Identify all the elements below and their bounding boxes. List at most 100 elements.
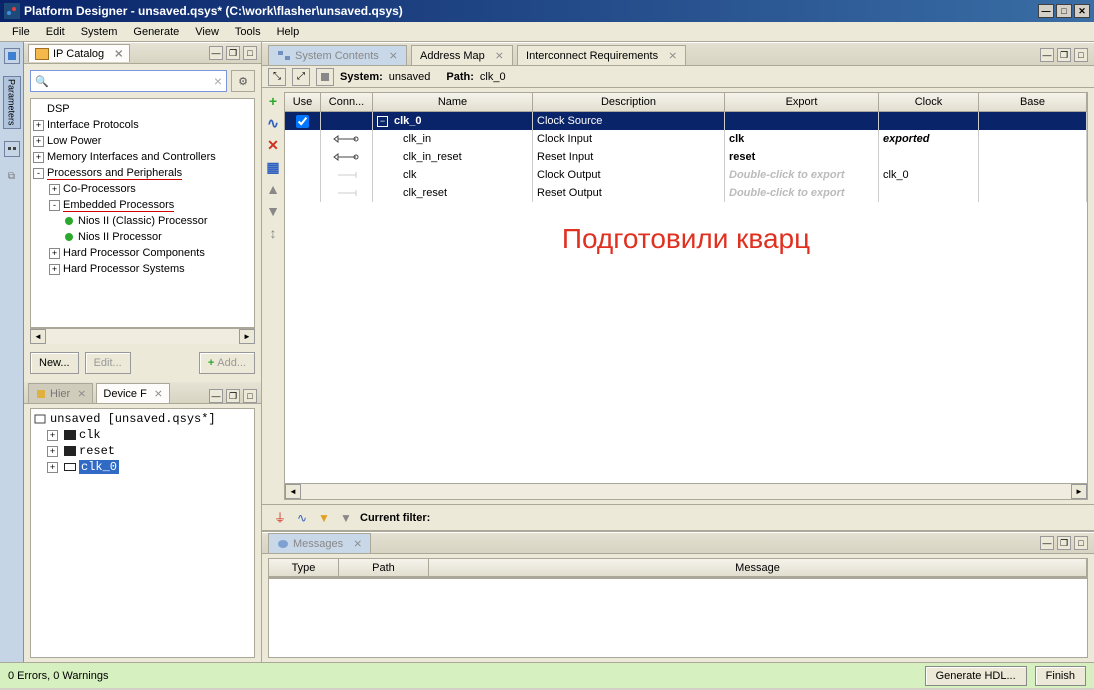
- col-conn[interactable]: Conn...: [321, 93, 373, 111]
- cell-export[interactable]: Double-click to export: [729, 169, 845, 181]
- menu-view[interactable]: View: [187, 24, 227, 40]
- close-icon[interactable]: ⨯: [77, 387, 86, 400]
- up-tool[interactable]: ▲: [264, 180, 282, 198]
- clear-search-icon[interactable]: ×: [214, 73, 222, 89]
- tree-expand-icon[interactable]: +: [47, 446, 58, 457]
- scroll-left-icon[interactable]: ◄: [30, 329, 46, 344]
- col-export[interactable]: Export: [725, 93, 879, 111]
- funnel-icon[interactable]: ▼: [338, 510, 354, 526]
- tree-item[interactable]: Processors and Peripherals: [47, 167, 182, 180]
- chip-button[interactable]: [316, 68, 334, 86]
- tree-expand-icon[interactable]: +: [33, 136, 44, 147]
- tree-expand-icon[interactable]: +: [47, 462, 58, 473]
- funnel-active-icon[interactable]: ▼: [316, 510, 332, 526]
- close-icon[interactable]: ⨯: [495, 49, 504, 62]
- scroll-right-icon[interactable]: ►: [1071, 484, 1087, 499]
- collapse-left-button[interactable]: ⤡: [268, 68, 286, 86]
- scroll-left-icon[interactable]: ◄: [285, 484, 301, 499]
- table-row[interactable]: clk_in_reset Reset Input reset: [285, 148, 1087, 166]
- close-icon[interactable]: ⨯: [389, 49, 398, 62]
- link-tool[interactable]: ∿: [264, 114, 282, 132]
- panel-restore[interactable]: ❐: [1057, 536, 1071, 550]
- tree-item[interactable]: Nios II (Classic) Processor: [78, 215, 208, 227]
- tree-expand-icon[interactable]: +: [49, 184, 60, 195]
- tree-item[interactable]: Low Power: [47, 135, 101, 147]
- wave-icon[interactable]: ∿: [294, 510, 310, 526]
- tree-expand-icon[interactable]: +: [49, 248, 60, 259]
- add-tool[interactable]: +: [264, 92, 282, 110]
- finish-button[interactable]: Finish: [1035, 666, 1086, 686]
- delete-tool[interactable]: ✕: [264, 136, 282, 154]
- msg-col-message[interactable]: Message: [429, 559, 1087, 576]
- close-icon[interactable]: ⨯: [154, 387, 163, 400]
- collapse-right-button[interactable]: ⤢: [292, 68, 310, 86]
- panel-max[interactable]: □: [1074, 48, 1088, 62]
- table-row[interactable]: clk Clock Output Double-click to export …: [285, 166, 1087, 184]
- hier-item[interactable]: clk_0: [79, 460, 119, 474]
- panel-minimize[interactable]: —: [1040, 536, 1054, 550]
- system-grid[interactable]: Use Conn... Name Description Export Cloc…: [284, 92, 1088, 500]
- tree-collapse-icon[interactable]: -: [49, 200, 60, 211]
- tree-item[interactable]: Co-Processors: [63, 183, 136, 195]
- panel-minimize[interactable]: —: [209, 389, 223, 403]
- tab-system-contents[interactable]: System Contents⨯: [268, 45, 407, 65]
- table-row[interactable]: −clk_0 Clock Source: [285, 112, 1087, 130]
- panel-restore[interactable]: ❐: [226, 389, 240, 403]
- catalog-tree[interactable]: DSP +Interface Protocols +Low Power +Mem…: [30, 98, 255, 328]
- menu-edit[interactable]: Edit: [38, 24, 73, 40]
- col-use[interactable]: Use: [285, 93, 321, 111]
- tab-interconnect[interactable]: Interconnect Requirements⨯: [517, 45, 686, 65]
- device-tab[interactable]: Device F⨯: [96, 383, 170, 403]
- table-row[interactable]: clk_in Clock Input clk exported: [285, 130, 1087, 148]
- hier-root[interactable]: unsaved [unsaved.qsys*]: [50, 412, 216, 426]
- edit-tool[interactable]: ▦: [264, 158, 282, 176]
- hier-tab[interactable]: Hier⨯: [28, 383, 93, 403]
- table-row[interactable]: clk_reset Reset Output Double-click to e…: [285, 184, 1087, 202]
- dock-btn-2[interactable]: [4, 141, 20, 157]
- tree-expand-icon[interactable]: +: [33, 152, 44, 163]
- search-input[interactable]: [53, 75, 214, 87]
- generate-hdl-button[interactable]: Generate HDL...: [925, 666, 1027, 686]
- tree-expand-icon[interactable]: +: [33, 120, 44, 131]
- tree-item[interactable]: Interface Protocols: [47, 119, 139, 131]
- cell-export[interactable]: Double-click to export: [729, 187, 845, 199]
- hier-item[interactable]: clk: [79, 428, 101, 442]
- panel-minimize[interactable]: —: [209, 46, 223, 60]
- hier-tree[interactable]: unsaved [unsaved.qsys*] + clk + reset + clk…: [30, 408, 255, 658]
- catalog-search[interactable]: 🔍 ×: [30, 70, 227, 92]
- panel-max[interactable]: □: [243, 389, 257, 403]
- tree-collapse-icon[interactable]: -: [33, 168, 44, 179]
- dock-tab-parameters[interactable]: Parameters: [3, 76, 21, 129]
- col-name[interactable]: Name: [373, 93, 533, 111]
- new-button[interactable]: New...: [30, 352, 79, 374]
- tree-item[interactable]: DSP: [47, 103, 70, 115]
- dock-btn-3[interactable]: ⧉: [4, 169, 20, 185]
- panel-restore[interactable]: ❐: [1057, 48, 1071, 62]
- tree-item[interactable]: Memory Interfaces and Controllers: [47, 151, 216, 163]
- panel-restore[interactable]: ❐: [226, 46, 240, 60]
- close-button[interactable]: ✕: [1074, 4, 1090, 18]
- col-desc[interactable]: Description: [533, 93, 725, 111]
- close-icon[interactable]: ⨯: [668, 49, 677, 62]
- dock-btn-1[interactable]: [4, 48, 20, 64]
- maximize-button[interactable]: □: [1056, 4, 1072, 18]
- cell-export[interactable]: clk: [729, 133, 744, 145]
- messages-body[interactable]: [268, 578, 1088, 658]
- pulse-icon[interactable]: ⏚: [272, 510, 288, 526]
- minimize-button[interactable]: —: [1038, 4, 1054, 18]
- panel-max[interactable]: □: [243, 46, 257, 60]
- tree-item[interactable]: Hard Processor Components: [63, 247, 205, 259]
- hier-item[interactable]: reset: [79, 444, 115, 458]
- tree-item[interactable]: Hard Processor Systems: [63, 263, 185, 275]
- messages-tab[interactable]: Messages⨯: [268, 533, 371, 553]
- menu-system[interactable]: System: [73, 24, 126, 40]
- scroll-right-icon[interactable]: ►: [239, 329, 255, 344]
- catalog-close-icon[interactable]: ⨯: [114, 47, 123, 60]
- tree-expand-icon[interactable]: +: [49, 264, 60, 275]
- down-tool[interactable]: ▼: [264, 202, 282, 220]
- sym-tool[interactable]: ↕: [264, 224, 282, 242]
- tree-expand-icon[interactable]: +: [47, 430, 58, 441]
- panel-minimize[interactable]: —: [1040, 48, 1054, 62]
- col-base[interactable]: Base: [979, 93, 1087, 111]
- cell-export[interactable]: reset: [729, 151, 755, 163]
